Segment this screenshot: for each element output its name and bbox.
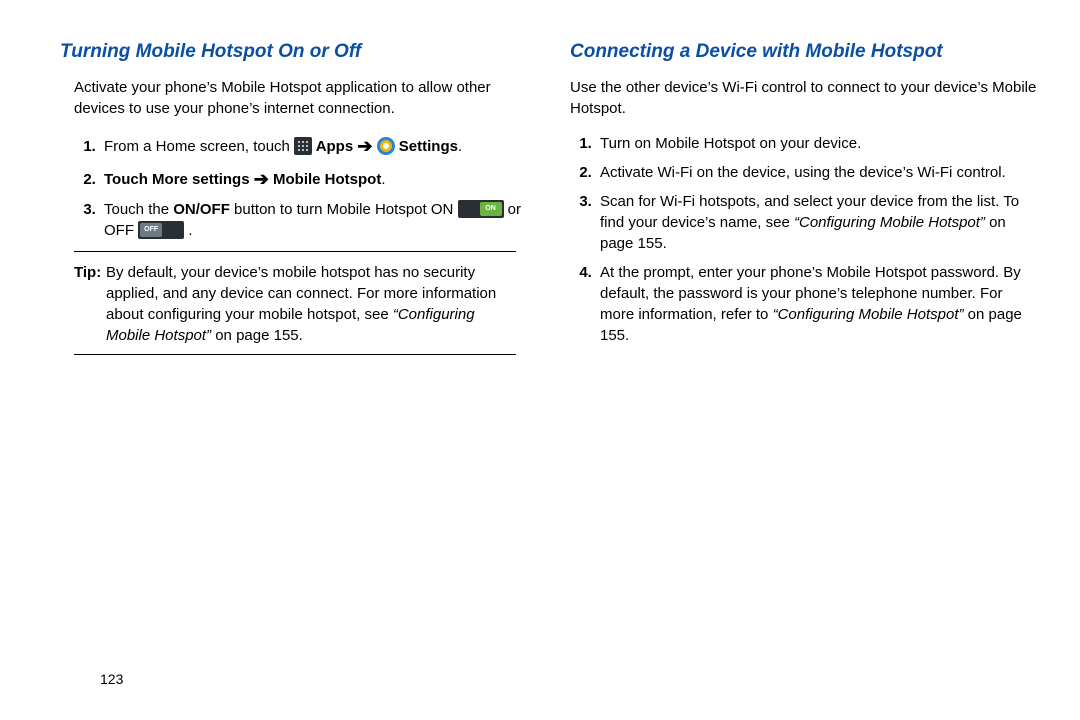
step2-a: Touch — [104, 171, 152, 188]
right-step-2: Activate Wi-Fi on the device, using the … — [596, 162, 1040, 183]
manual-page: Turning Mobile Hotspot On or Off Activat… — [0, 0, 1080, 365]
step3-onoff: ON/OFF — [173, 201, 230, 218]
right-column: Connecting a Device with Mobile Hotspot … — [570, 40, 1040, 365]
step2-b: More settings — [152, 171, 254, 188]
left-step-2: Touch More settings ➔ Mobile Hotspot. — [100, 166, 530, 191]
apps-icon — [294, 137, 312, 155]
right-step-4: At the prompt, enter your phone’s Mobile… — [596, 262, 1040, 346]
step1-text-a: From a Home screen, touch — [104, 138, 294, 155]
page-number: 123 — [100, 670, 123, 690]
right-steps: Turn on Mobile Hotspot on your device. A… — [570, 133, 1040, 346]
right-step-1: Turn on Mobile Hotspot on your device. — [596, 133, 1040, 154]
tip-body-b: on page 155. — [211, 327, 303, 344]
tip-body: By default, your device’s mobile hotspot… — [106, 262, 516, 346]
right-step-3: Scan for Wi-Fi hotspots, and select your… — [596, 191, 1040, 254]
left-intro: Activate your phone’s Mobile Hotspot app… — [74, 77, 530, 119]
left-column: Turning Mobile Hotspot On or Off Activat… — [60, 40, 530, 365]
arrow-icon: ➔ — [254, 169, 269, 189]
step1-settings-label: Settings — [395, 138, 458, 155]
left-section-title: Turning Mobile Hotspot On or Off — [60, 40, 530, 65]
settings-icon — [377, 137, 395, 155]
step4-ref: “Configuring Mobile Hotspot” — [773, 306, 964, 323]
step3-b: button to turn Mobile Hotspot ON — [230, 201, 458, 218]
step1-apps-label: Apps — [312, 138, 357, 155]
toggle-off-icon: OFF — [138, 221, 184, 239]
right-section-title: Connecting a Device with Mobile Hotspot — [570, 40, 1040, 65]
left-step-1: From a Home screen, touch Apps ➔ Setting… — [100, 133, 530, 158]
step2-c: Mobile Hotspot — [269, 171, 382, 188]
step3-ref: “Configuring Mobile Hotspot” — [794, 214, 985, 231]
divider — [74, 354, 516, 355]
toggle-off-label: OFF — [140, 223, 162, 237]
arrow-icon: ➔ — [357, 136, 372, 156]
divider — [74, 251, 516, 252]
toggle-on-icon: ON — [458, 200, 504, 218]
toggle-on-label: ON — [480, 202, 502, 216]
step3-a: Touch the — [104, 201, 173, 218]
right-intro: Use the other device’s Wi-Fi control to … — [570, 77, 1040, 119]
left-step-3: Touch the ON/OFF button to turn Mobile H… — [100, 199, 530, 241]
tip-label: Tip: — [74, 264, 101, 281]
tip-block: Tip: By default, your device’s mobile ho… — [74, 262, 516, 346]
left-steps: From a Home screen, touch Apps ➔ Setting… — [74, 133, 530, 241]
